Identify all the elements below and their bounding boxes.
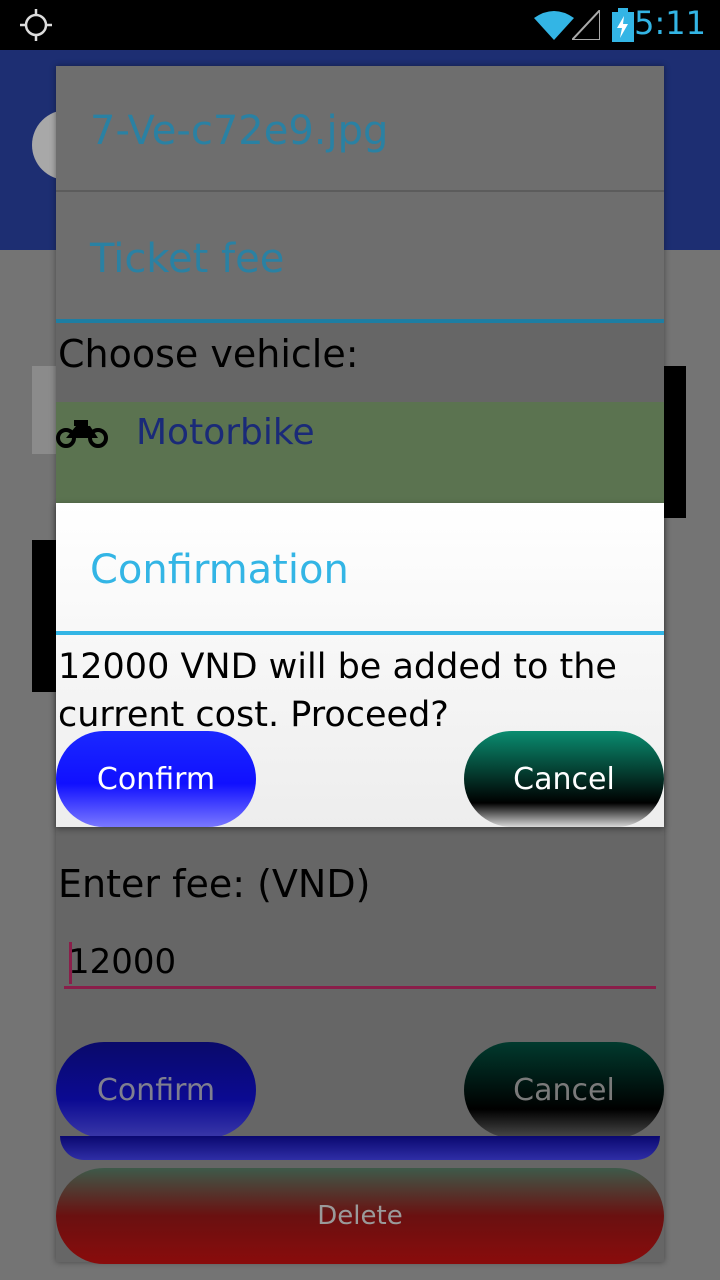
status-bar: 5:11: [0, 0, 720, 50]
choose-vehicle-label: Choose vehicle:: [58, 332, 359, 376]
confirmation-title: Confirmation: [90, 547, 349, 593]
filename: 7-Ve-c72e9.jpg: [90, 108, 389, 154]
gps-icon: [20, 9, 52, 41]
clock: 5:11: [634, 4, 706, 42]
background-image: [664, 366, 686, 518]
text-cursor: [69, 942, 72, 984]
dialog-title: Ticket fee: [90, 236, 285, 282]
fee-input[interactable]: 12000: [64, 930, 656, 989]
vehicle-option-motorbike[interactable]: Motorbike: [56, 402, 664, 506]
signal-icon: [572, 10, 600, 40]
battery-charging-icon: [612, 8, 634, 42]
confirmation-confirm-button[interactable]: Confirm: [56, 731, 256, 827]
wifi-icon: [534, 11, 574, 40]
title-divider: [56, 631, 664, 635]
confirm-button[interactable]: Confirm: [56, 1042, 256, 1138]
fee-label: Enter fee: (VND): [58, 862, 371, 906]
cancel-button[interactable]: Cancel: [464, 1042, 664, 1138]
confirmation-message: 12000 VND will be added to the current c…: [58, 647, 617, 735]
motorbike-icon: [56, 420, 108, 448]
fee-value: 12000: [68, 942, 177, 982]
button-edge: [60, 1136, 660, 1160]
confirmation-dialog: Confirmation 12000 VND will be added to …: [56, 503, 664, 827]
dialog-title-bar: Ticket fee: [56, 192, 664, 320]
vehicle-label: Motorbike: [136, 412, 315, 453]
confirmation-cancel-button[interactable]: Cancel: [464, 731, 664, 827]
title-divider: [56, 319, 664, 323]
delete-button[interactable]: Delete: [56, 1168, 664, 1264]
filename-header: 7-Ve-c72e9.jpg: [56, 66, 664, 190]
background-image: [32, 540, 58, 692]
